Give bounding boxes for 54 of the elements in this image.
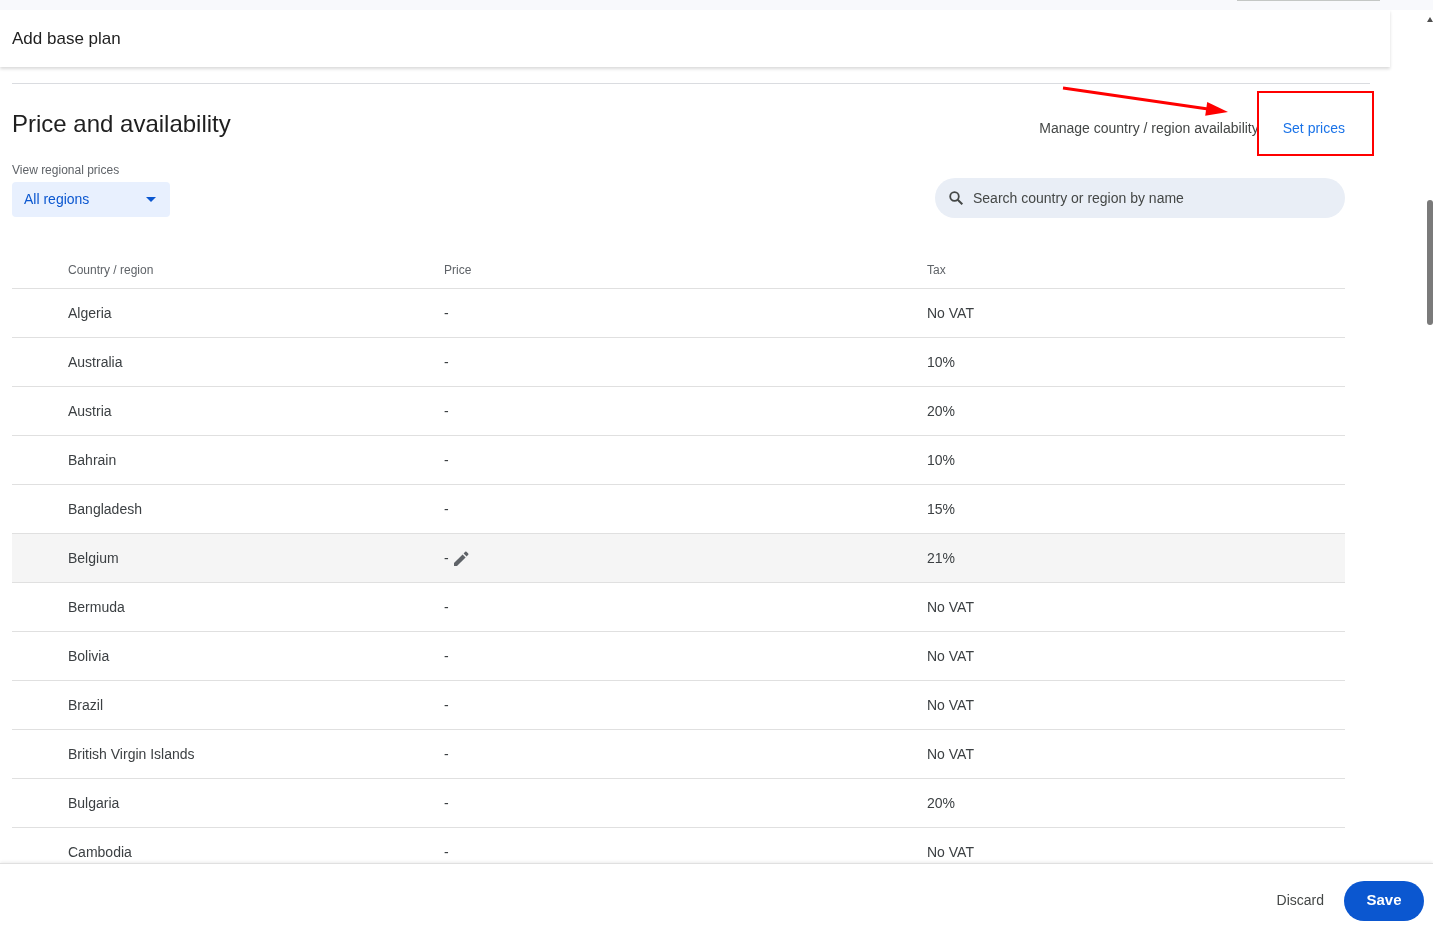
table-cell-text: Bermuda bbox=[68, 597, 125, 617]
caret-icon bbox=[146, 197, 156, 202]
region-dropdown[interactable]: All regions bbox=[12, 182, 170, 217]
save-button[interactable]: Save bbox=[1344, 880, 1424, 921]
table-cell-text: - bbox=[444, 303, 449, 323]
table-cell-text: No VAT bbox=[927, 744, 974, 764]
table-cell-text: No VAT bbox=[927, 646, 974, 666]
field-label: View regional prices bbox=[12, 162, 121, 178]
table-cell-text: Algeria bbox=[68, 303, 112, 323]
table-cell-text: Austria bbox=[68, 401, 112, 421]
table-cell-text: Bulgaria bbox=[68, 793, 120, 813]
table-cell-text: No VAT bbox=[927, 842, 974, 862]
table-cell-text: 10% bbox=[927, 450, 956, 470]
dialog-title: Add base plan bbox=[12, 27, 121, 50]
table-cell-text: - bbox=[444, 401, 449, 421]
table-cell-text: British Virgin Islands bbox=[68, 744, 195, 764]
table-cell-text: Cambodia bbox=[68, 842, 132, 862]
table-cell-text: - bbox=[444, 450, 449, 470]
text-button[interactable]: Manage country / region availability bbox=[1027, 110, 1271, 146]
table-cell-text: - bbox=[444, 793, 449, 813]
table-cell-text: - bbox=[444, 842, 449, 862]
table-cell-text: Bolivia bbox=[68, 646, 110, 666]
table-cell-text: Bahrain bbox=[68, 450, 117, 470]
table-cell-text: - bbox=[444, 352, 449, 372]
column-header: Tax bbox=[927, 262, 946, 279]
table-cell-text: - bbox=[444, 597, 449, 617]
text-button[interactable]: Discard bbox=[1264, 880, 1336, 921]
table-cell-text: 10% bbox=[927, 352, 956, 372]
pencil-icon[interactable] bbox=[453, 550, 469, 566]
table-cell-text: 21% bbox=[927, 548, 956, 568]
table-cell-text: Brazil bbox=[68, 695, 103, 715]
table-cell-text: No VAT bbox=[927, 303, 974, 323]
table-cell-text: Belgium bbox=[68, 548, 119, 568]
table-cell-text: - bbox=[444, 548, 449, 568]
search-icon bbox=[949, 191, 963, 205]
search-field[interactable]: Search country or region by name bbox=[935, 178, 1345, 218]
table-cell-text: 20% bbox=[927, 793, 956, 813]
section-title: Price and availability bbox=[12, 109, 231, 139]
table-cell-text: 15% bbox=[927, 499, 956, 519]
table-cell-text: - bbox=[444, 646, 449, 666]
scroll-up-icon[interactable] bbox=[1427, 17, 1433, 22]
scrollbar-thumb[interactable] bbox=[1427, 200, 1433, 325]
table-cell-text: 20% bbox=[927, 401, 956, 421]
column-header: Price bbox=[444, 262, 472, 279]
table-cell-text: No VAT bbox=[927, 597, 974, 617]
table-cell-text: - bbox=[444, 695, 449, 715]
table-cell-text: - bbox=[444, 499, 449, 519]
text-button[interactable]: Set prices bbox=[1270, 110, 1357, 146]
table-cell-text: Australia bbox=[68, 352, 123, 372]
table-cell-text: Bangladesh bbox=[68, 499, 142, 519]
table-cell-text: No VAT bbox=[927, 695, 974, 715]
table-row[interactable]: Belgium - 21% bbox=[12, 534, 1345, 583]
table-cell-text: - bbox=[444, 744, 449, 764]
column-header: Country / region bbox=[68, 262, 154, 279]
